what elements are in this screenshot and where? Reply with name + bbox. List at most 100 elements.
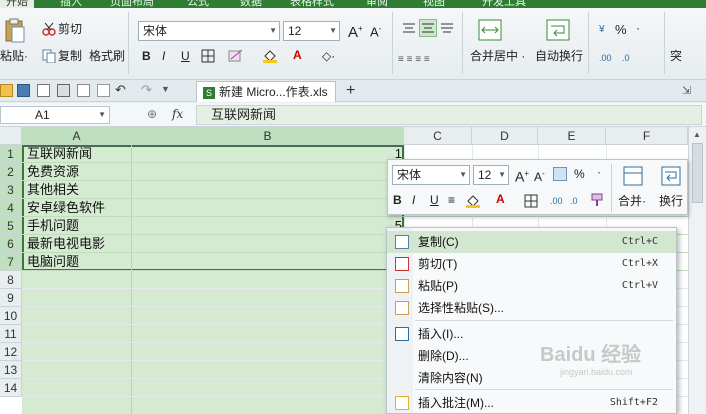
mini-grow-font-button[interactable]: A+ <box>515 166 529 185</box>
shrink-font-button[interactable]: A- <box>370 21 381 40</box>
tab-data[interactable]: 数据 <box>240 0 262 8</box>
tab-insert[interactable]: 插入 <box>60 0 82 8</box>
column-header[interactable]: C <box>404 127 472 145</box>
document-tab[interactable]: S新建 Micro...作表.xls * <box>196 81 336 119</box>
mini-decimal-button[interactable]: .00 <box>550 193 563 209</box>
row-header[interactable]: 10 <box>0 307 22 325</box>
row-header[interactable]: 1 <box>0 145 22 163</box>
underline-button[interactable]: U <box>181 48 190 64</box>
align-left-button[interactable]: ≡ ≡ ≡ ≡ <box>398 52 430 68</box>
format-painter-button[interactable]: 格式刷 <box>89 48 125 64</box>
mini-borders-icon[interactable] <box>524 194 538 208</box>
cut-button[interactable]: 剪切 <box>58 21 82 37</box>
grow-font-button[interactable]: A+ <box>348 21 363 41</box>
cell-a[interactable]: 安卓绿色软件 <box>24 199 105 217</box>
cell-a[interactable]: 其他相关 <box>24 181 79 199</box>
mini-bold-button[interactable]: B <box>393 192 402 208</box>
comma-button[interactable]: · <box>636 20 640 36</box>
print-icon[interactable] <box>57 84 70 97</box>
font-color-button[interactable]: A <box>293 47 302 63</box>
row-header[interactable]: 11 <box>0 325 22 343</box>
mini-percent-button[interactable]: % <box>574 166 585 182</box>
row-header[interactable]: 6 <box>0 235 22 253</box>
align-top-icon[interactable] <box>402 22 416 34</box>
context-menu-item[interactable]: 复制(C) Ctrl+C <box>387 231 676 253</box>
paste-button[interactable]: 粘贴· <box>0 48 28 64</box>
page-icon[interactable] <box>97 84 110 97</box>
tab-formulas[interactable]: 公式 <box>187 0 209 8</box>
open-icon[interactable] <box>0 84 13 97</box>
mini-underline-button[interactable]: U <box>430 192 439 208</box>
clear-format-button[interactable]: ◇· <box>322 48 335 64</box>
mini-format-painter-icon[interactable] <box>590 193 604 207</box>
paste-icon[interactable] <box>4 18 26 44</box>
increase-decimal-button[interactable]: .00 <box>599 50 612 66</box>
mini-font-color-button[interactable]: A <box>496 191 505 207</box>
mini-align-button[interactable]: ≡ <box>448 192 455 208</box>
function-icon[interactable]: fx <box>172 107 183 121</box>
row-header[interactable]: 7 <box>0 253 22 271</box>
decrease-decimal-button[interactable]: .0 <box>622 50 630 66</box>
print-preview-icon[interactable] <box>37 84 50 97</box>
tab-view[interactable]: 视图 <box>423 0 445 8</box>
row-header[interactable]: 2 <box>0 163 22 181</box>
row-header[interactable]: 5 <box>0 217 22 235</box>
vertical-scrollbar[interactable]: ▲ <box>688 127 706 414</box>
column-header[interactable]: A <box>22 127 132 145</box>
merge-center-button[interactable]: 合并居中 · <box>470 48 525 64</box>
fill-color-icon[interactable] <box>262 49 278 63</box>
zoom-icon[interactable]: ⊕ <box>147 107 157 121</box>
row-header[interactable]: 3 <box>0 181 22 199</box>
tab-table-style[interactable]: 表格样式 <box>290 0 334 8</box>
mini-font-combo[interactable]: 宋体 ▼ <box>392 165 470 185</box>
row-header[interactable]: 9 <box>0 289 22 307</box>
percent-button[interactable]: % <box>615 22 627 38</box>
column-header[interactable]: F <box>606 127 688 145</box>
cell-a[interactable]: 免费资源 <box>24 163 79 181</box>
row-header[interactable]: 4 <box>0 199 22 217</box>
align-bottom-icon[interactable] <box>440 22 454 34</box>
tab-review[interactable]: 审阅 <box>366 0 388 8</box>
context-menu-item[interactable]: 选择性粘贴(S)... <box>387 297 676 319</box>
font-size-combo[interactable]: 12 ▼ <box>283 21 340 41</box>
mini-wrap-button[interactable]: 换行 <box>659 193 683 209</box>
add-tab-button[interactable]: + <box>346 82 355 100</box>
mini-cell-style-icon[interactable] <box>553 167 567 181</box>
cell-a[interactable]: 最新电视电影 <box>24 235 105 253</box>
restore-icon[interactable]: ⇲ <box>682 84 691 97</box>
mini-comma-button[interactable]: · <box>597 164 601 180</box>
mini-merge-button[interactable]: 合并· <box>618 193 646 209</box>
redo-icon[interactable]: ↷ <box>141 82 152 98</box>
formula-input[interactable]: 互联网新闻 <box>196 105 702 125</box>
column-header[interactable]: B <box>132 127 404 145</box>
cell-a[interactable]: 电脑问题 <box>24 253 79 271</box>
select-all-corner[interactable] <box>0 127 22 145</box>
undo-icon[interactable]: ↶ <box>115 82 126 98</box>
tab-page-layout[interactable]: 页面布局 <box>110 0 154 8</box>
row-header[interactable]: 14 <box>0 379 22 397</box>
cell-a[interactable]: 互联网新闻 <box>24 145 92 163</box>
column-header[interactable]: E <box>538 127 606 145</box>
wrap-text-button[interactable]: 自动换行 <box>535 48 583 64</box>
row-header[interactable]: 8 <box>0 271 22 289</box>
mini-fill-color-icon[interactable] <box>465 194 481 208</box>
bold-button[interactable]: B <box>142 48 151 64</box>
more-button[interactable]: 突 <box>670 48 682 64</box>
italic-button[interactable]: I <box>162 48 165 64</box>
context-menu-item[interactable]: 粘贴(P) Ctrl+V <box>387 275 676 297</box>
cell-style-icon[interactable] <box>228 49 244 63</box>
export-pdf-icon[interactable] <box>77 84 90 97</box>
name-box[interactable]: A1 ▼ <box>0 106 110 124</box>
currency-button[interactable]: ¥ <box>599 22 605 38</box>
customize-arrow-icon[interactable]: ▼ <box>161 84 170 94</box>
row-header[interactable]: 13 <box>0 361 22 379</box>
scroll-thumb[interactable] <box>692 143 703 203</box>
borders-icon[interactable] <box>201 49 215 63</box>
mini-italic-button[interactable]: I <box>412 192 415 208</box>
tab-developer[interactable]: 开发工具 <box>482 0 526 8</box>
copy-button[interactable]: 复制 <box>58 48 82 64</box>
mini-shrink-font-button[interactable]: A- <box>534 166 545 185</box>
tab-home[interactable]: 开始 <box>0 0 34 8</box>
row-header[interactable]: 12 <box>0 343 22 361</box>
cell-a[interactable]: 手机问题 <box>24 217 79 235</box>
